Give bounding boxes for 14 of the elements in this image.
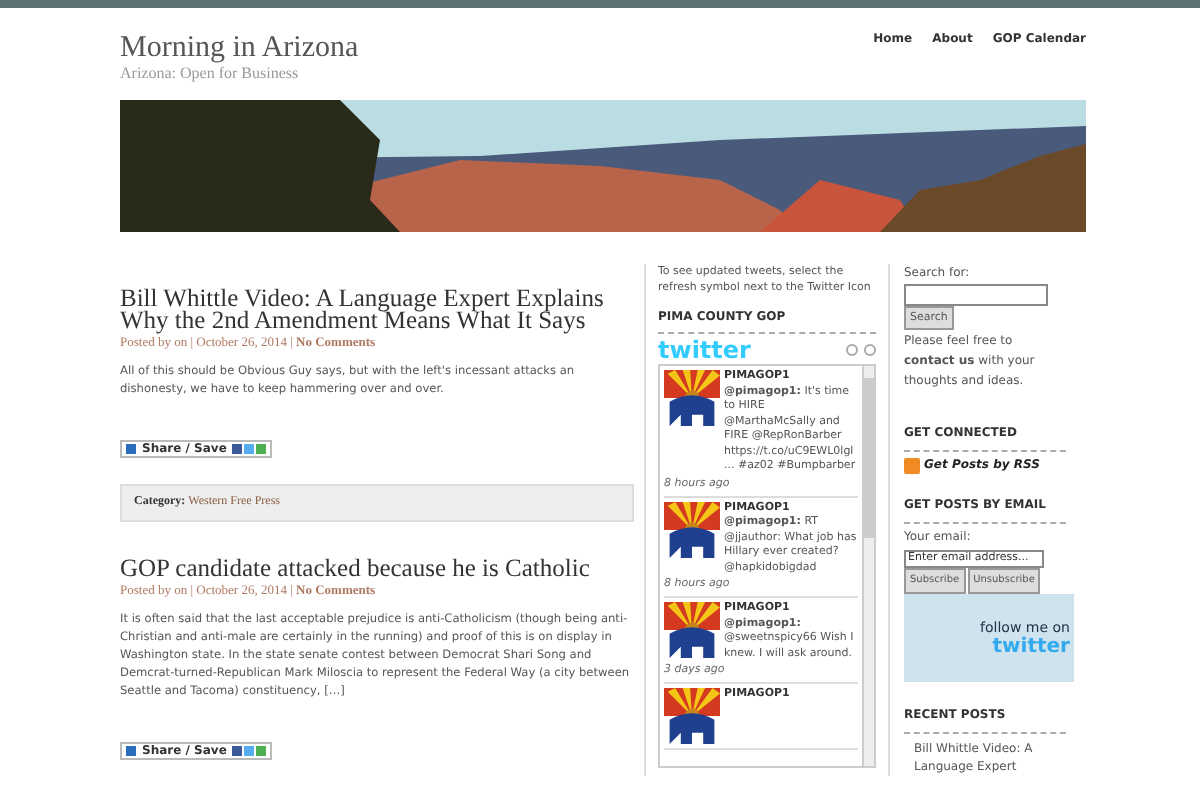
rss-icon — [904, 458, 920, 474]
twitter-logo: twitter — [658, 338, 751, 362]
site-title[interactable]: Morning in Arizona — [120, 34, 359, 62]
post-title[interactable]: Bill Whittle Video: A Language Expert Explains Why the 2nd Amendment Means What It Says — [120, 288, 634, 332]
elephant-flag-icon — [664, 602, 720, 658]
elephant-flag-icon — [664, 370, 720, 426]
social-icons — [232, 745, 267, 755]
search-field[interactable] — [904, 284, 1048, 306]
site-tagline: Arizona: Open for Business — [120, 63, 301, 86]
post-title[interactable]: GOP candidate attacked because he is Catholic — [120, 557, 634, 580]
scrollbar[interactable] — [862, 366, 874, 766]
elephant-flag-icon — [664, 501, 720, 557]
elephant-flag-icon — [664, 688, 720, 744]
social-icons — [232, 443, 267, 454]
